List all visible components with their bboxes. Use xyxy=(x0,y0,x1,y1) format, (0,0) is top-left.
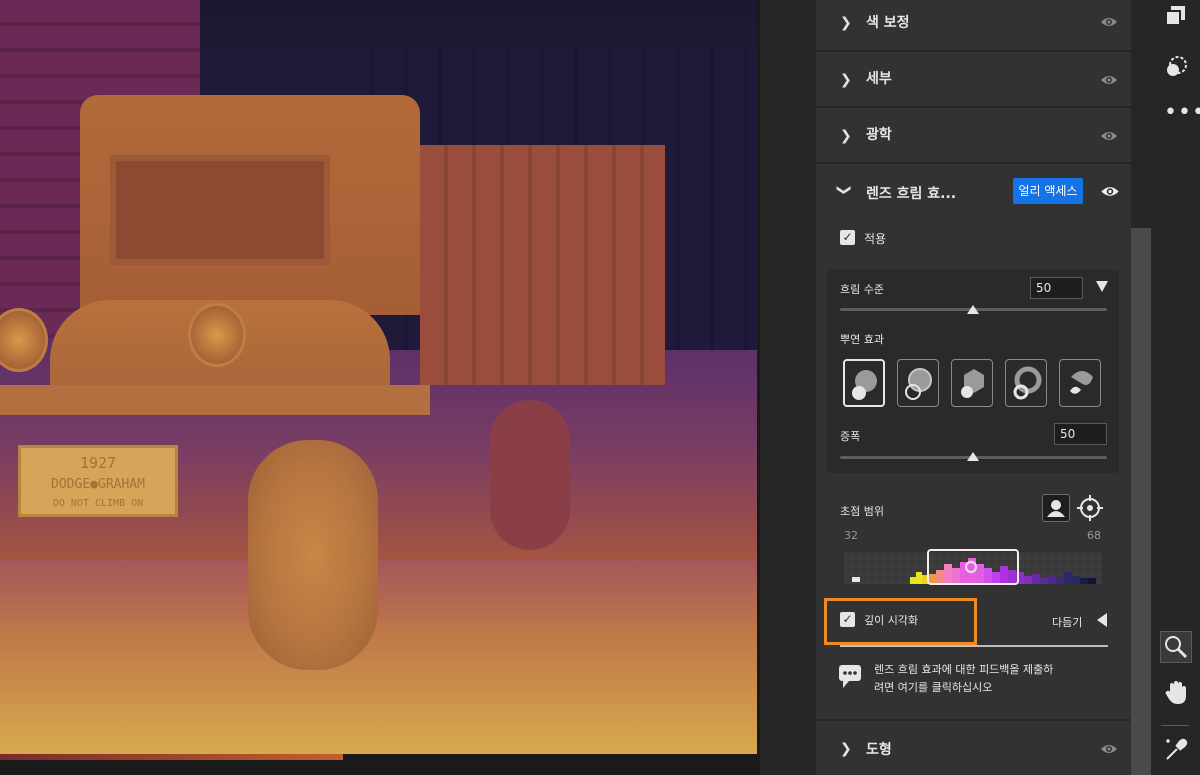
triangle-down-icon[interactable] xyxy=(1096,281,1108,292)
chevron-right-icon: ❯ xyxy=(840,72,852,88)
subject-focus-button[interactable] xyxy=(1042,494,1070,522)
section-color-grading[interactable]: ❯ 색 보정 xyxy=(816,0,1131,52)
right-toolbar: ••• xyxy=(1151,0,1200,775)
bokeh-blade-button[interactable] xyxy=(951,359,993,407)
section-optics[interactable]: ❯ 광학 xyxy=(816,110,1131,164)
layers-icon[interactable] xyxy=(1163,4,1195,36)
section-lens-blur[interactable]: ❯ 렌즈 흐림 효... xyxy=(816,166,1131,218)
bokeh-blade-icon xyxy=(961,369,984,398)
healing-icon[interactable] xyxy=(1163,54,1195,86)
eye-icon[interactable] xyxy=(1100,130,1122,144)
eye-icon[interactable] xyxy=(1100,185,1122,199)
eye-icon[interactable] xyxy=(1100,743,1122,757)
bokeh-ring-button[interactable] xyxy=(1005,359,1047,407)
chevron-right-icon: ❯ xyxy=(840,741,852,757)
chevron-right-icon: ❯ xyxy=(840,15,852,31)
boost-field[interactable]: 50 xyxy=(1054,423,1107,445)
focal-point-handle[interactable] xyxy=(965,561,977,573)
chevron-down-icon: ❯ xyxy=(835,184,852,196)
edit-panel: ❯ 색 보정 ❯ 세부 ❯ 광학 ❯ 렌즈 흐림 효... 얼리 액세스 ✓ 적… xyxy=(816,0,1131,775)
headlamp-right xyxy=(188,303,246,367)
bokeh-ring-icon xyxy=(1013,366,1042,400)
triangle-left-icon[interactable] xyxy=(1097,613,1107,627)
bokeh-circle-button[interactable] xyxy=(843,359,885,407)
apply-checkbox[interactable]: ✓ xyxy=(840,230,855,245)
bokeh-circle-icon xyxy=(852,370,877,400)
eye-icon[interactable] xyxy=(1100,74,1122,88)
section-detail[interactable]: ❯ 세부 xyxy=(816,54,1131,108)
front-wheel xyxy=(248,440,378,670)
chevron-right-icon: ❯ xyxy=(840,128,852,144)
horizontal-scrollbar[interactable] xyxy=(0,754,343,760)
toolbar-divider xyxy=(1161,725,1189,726)
feedback-link[interactable]: 렌즈 흐림 효과에 대한 피드백을 제출하 려면 여기를 클릭하십시오 xyxy=(874,661,1053,697)
boost-slider-thumb[interactable] xyxy=(967,452,979,461)
divider xyxy=(840,645,1108,647)
bokeh-cat-eye-button[interactable] xyxy=(1059,359,1101,407)
point-focus-button[interactable] xyxy=(1076,494,1104,522)
refine-button[interactable]: 다듬기 xyxy=(1052,614,1082,630)
bokeh-cat-eye-icon xyxy=(1070,371,1093,394)
more-icon[interactable]: ••• xyxy=(1164,100,1200,132)
subject-focus-icon xyxy=(1047,500,1065,517)
annotation-highlight xyxy=(824,598,977,645)
check-icon: ✓ xyxy=(842,230,853,244)
eyedropper-icon[interactable] xyxy=(1163,737,1195,769)
comment-icon[interactable] xyxy=(838,664,862,694)
bokeh-bubble-icon xyxy=(905,368,932,400)
early-access-badge: 얼리 액세스 xyxy=(1013,178,1083,204)
zoom-icon[interactable] xyxy=(1160,631,1192,663)
blur-amount-field[interactable]: 50 xyxy=(1030,277,1083,299)
crosshair-icon xyxy=(1077,495,1103,521)
bokeh-bubble-button[interactable] xyxy=(897,359,939,407)
depth-visualized-photo: 1927 DODGE●GRAHAM DO NOT CLIMB ON xyxy=(0,0,757,754)
blur-amount-slider-thumb[interactable] xyxy=(967,305,979,314)
panel-scrollbar[interactable] xyxy=(1131,0,1151,775)
hand-icon[interactable] xyxy=(1164,680,1196,712)
truck-bed xyxy=(420,145,665,385)
photo-canvas[interactable]: 1927 DODGE●GRAHAM DO NOT CLIMB ON xyxy=(0,0,760,775)
eye-icon[interactable] xyxy=(1100,16,1122,30)
license-plate: 1927 DODGE●GRAHAM DO NOT CLIMB ON xyxy=(18,445,178,517)
section-geometry[interactable]: ❯ 도형 xyxy=(816,719,1131,775)
panel-scrollbar-thumb[interactable] xyxy=(1131,228,1151,775)
